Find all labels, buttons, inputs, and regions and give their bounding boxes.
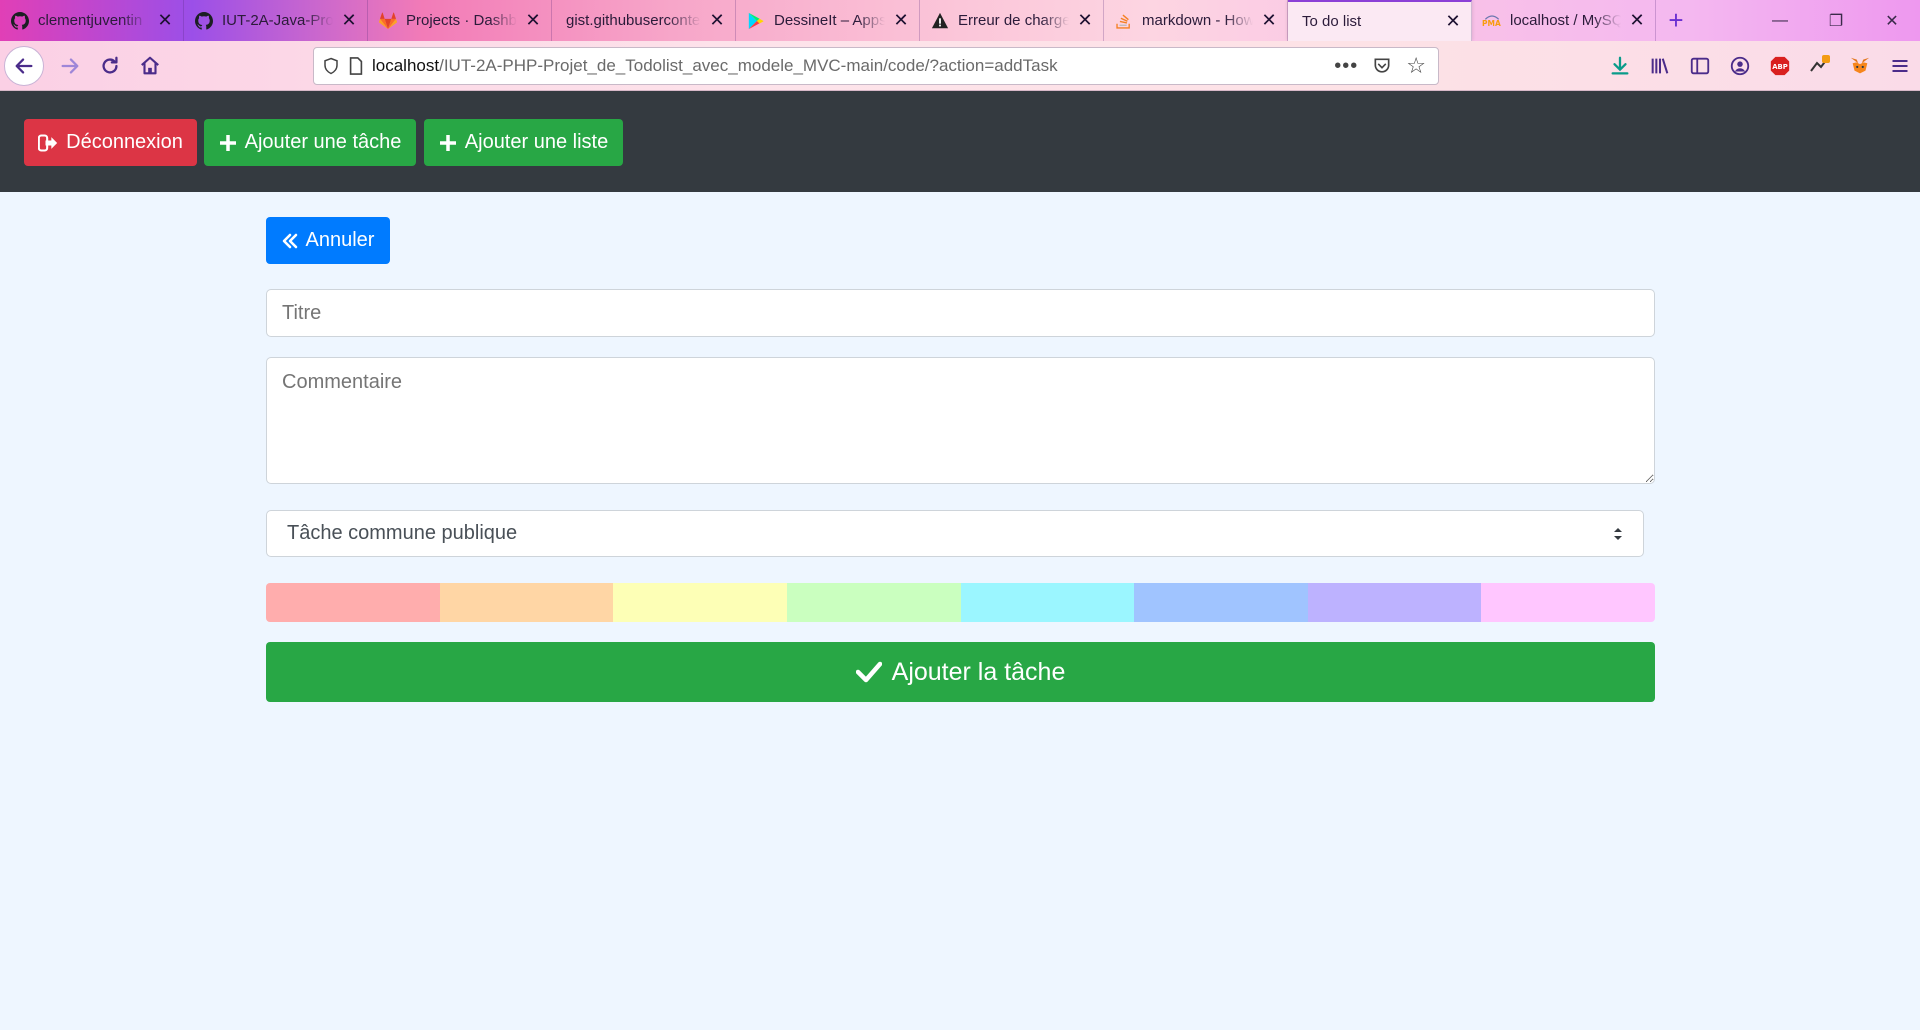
library-icon[interactable] [1640, 46, 1680, 86]
browser-tab-strip: clementjuventin ✕ IUT-2A-Java-Projet ✕ P… [0, 0, 1920, 41]
cancel-label: Annuler [305, 229, 375, 251]
url-path: /IUT-2A-PHP-Projet_de_Todolist_avec_mode… [439, 56, 1058, 75]
close-icon[interactable]: ✕ [155, 10, 175, 31]
color-swatch-pink[interactable] [1481, 583, 1655, 622]
url-host: localhost [372, 56, 440, 75]
app-header: Déconnexion Ajouter une tâche Ajouter un… [0, 91, 1920, 192]
phpmyadmin-icon: PMA [1482, 11, 1502, 31]
add-task-button[interactable]: Ajouter une tâche [204, 119, 416, 166]
adblock-icon[interactable]: ABP [1760, 46, 1800, 86]
close-icon[interactable]: ✕ [1443, 11, 1463, 32]
pocket-icon[interactable] [1372, 56, 1392, 76]
browser-tab[interactable]: IUT-2A-Java-Projet ✕ [184, 0, 368, 41]
color-swatch-orange[interactable] [439, 583, 614, 622]
close-icon[interactable]: ✕ [339, 10, 359, 31]
browser-nav-bar: localhost /IUT-2A-PHP-Projet_de_Todolist… [0, 41, 1920, 91]
forward-icon[interactable] [50, 46, 90, 86]
color-swatch-cyan[interactable] [960, 583, 1135, 622]
add-list-label: Ajouter une liste [464, 131, 609, 153]
page-icon [348, 57, 364, 75]
select-caret-icon [1613, 526, 1623, 542]
angle-double-left-icon [282, 233, 298, 249]
browser-tab[interactable]: Erreur de chargement ✕ [920, 0, 1104, 41]
more-actions-icon[interactable]: ••• [1334, 55, 1358, 78]
close-icon[interactable]: ✕ [523, 10, 543, 31]
visibility-selected-value: Tâche commune publique [287, 522, 518, 544]
url-bar[interactable]: localhost /IUT-2A-PHP-Projet_de_Todolist… [313, 47, 1439, 85]
reload-icon[interactable] [90, 46, 130, 86]
tab-title: DessineIt – Apps [774, 12, 885, 29]
title-input[interactable] [266, 289, 1655, 337]
tab-title: Projects · Dashboard [406, 12, 517, 29]
submit-label: Ajouter la tâche [891, 657, 1066, 686]
color-swatch-blue[interactable] [1134, 583, 1308, 622]
close-icon[interactable]: ✕ [891, 10, 911, 31]
browser-tab[interactable]: clementjuventin ✕ [0, 0, 184, 41]
browser-tab[interactable]: DessineIt – Apps ✕ [736, 0, 920, 41]
color-swatch-red[interactable] [266, 583, 440, 622]
check-icon [855, 661, 882, 683]
tab-title: clementjuventin [38, 12, 143, 29]
bookmark-star-icon[interactable]: ☆ [1406, 53, 1426, 79]
shield-icon[interactable] [322, 57, 340, 75]
submit-task-button[interactable]: Ajouter la tâche [266, 642, 1655, 702]
close-icon[interactable]: ✕ [1627, 10, 1647, 31]
tab-title: IUT-2A-Java-Projet [222, 12, 333, 29]
back-icon[interactable] [4, 45, 44, 86]
plus-icon [439, 134, 457, 152]
close-icon[interactable]: ✕ [1075, 10, 1095, 31]
metamask-icon[interactable] [1840, 46, 1880, 86]
restore-icon[interactable]: ❐ [1808, 0, 1864, 41]
browser-tab[interactable]: PMA localhost / MySQL ✕ [1472, 0, 1656, 41]
add-list-button[interactable]: Ajouter une liste [424, 119, 623, 166]
github-icon [10, 11, 30, 31]
cancel-button[interactable]: Annuler [266, 217, 390, 264]
visibility-select[interactable]: Tâche commune publique [266, 510, 1644, 557]
tab-title: Erreur de chargement [958, 12, 1069, 29]
color-swatch-green[interactable] [786, 583, 961, 622]
browser-tab[interactable]: markdown - How ✕ [1104, 0, 1288, 41]
window-controls: — ❐ ✕ [1752, 0, 1920, 41]
add-task-label: Ajouter une tâche [244, 131, 402, 153]
tab-title: markdown - How [1142, 12, 1253, 29]
browser-toolbar: ABP [1600, 41, 1920, 91]
minimize-icon[interactable]: — [1752, 0, 1808, 41]
sign-out-icon [38, 133, 58, 152]
close-icon[interactable]: ✕ [707, 10, 727, 31]
google-play-icon [746, 11, 766, 31]
github-icon [194, 11, 214, 31]
color-swatch-yellow[interactable] [613, 583, 787, 622]
home-icon[interactable] [130, 46, 170, 86]
svg-text:PMA: PMA [1482, 19, 1501, 28]
browser-tab[interactable]: Projects · Dashboard ✕ [368, 0, 552, 41]
browser-tab[interactable]: gist.githubusercontent ✕ [552, 0, 736, 41]
download-icon[interactable] [1600, 46, 1640, 86]
menu-icon[interactable] [1880, 46, 1920, 86]
tab-title: gist.githubusercontent [566, 12, 701, 29]
browser-tab-active[interactable]: To do list ✕ [1288, 0, 1472, 41]
plus-icon [219, 134, 237, 152]
close-icon[interactable]: ✕ [1259, 10, 1279, 31]
window-close-icon[interactable]: ✕ [1864, 0, 1920, 41]
warning-icon [930, 11, 950, 31]
stackoverflow-icon [1114, 11, 1134, 31]
extension-icon[interactable] [1800, 46, 1840, 86]
logout-label: Déconnexion [66, 131, 183, 153]
gitlab-icon [378, 11, 398, 31]
new-tab-icon[interactable]: + [1656, 0, 1696, 41]
svg-text:ABP: ABP [1772, 63, 1788, 71]
tab-title: To do list [1302, 13, 1362, 30]
account-icon[interactable] [1720, 46, 1760, 86]
comment-textarea[interactable] [266, 357, 1655, 484]
logout-button[interactable]: Déconnexion [24, 119, 197, 166]
color-picker [266, 583, 1655, 622]
color-swatch-purple[interactable] [1307, 583, 1482, 622]
tab-title: localhost / MySQL [1510, 12, 1621, 29]
sidebar-icon[interactable] [1680, 46, 1720, 86]
